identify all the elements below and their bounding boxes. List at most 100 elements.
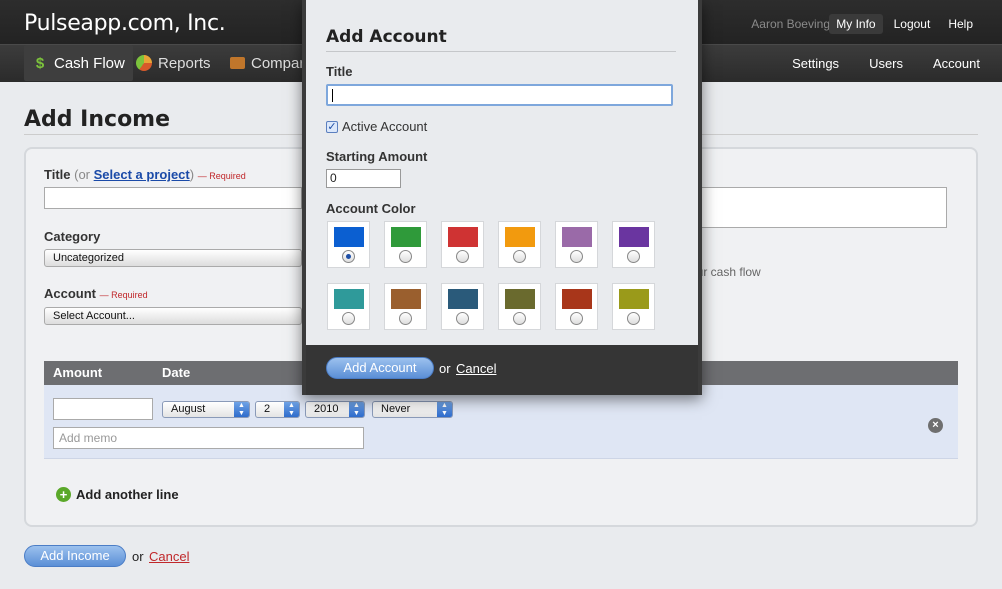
category-select[interactable]: Uncategorized — [44, 249, 302, 267]
help-link[interactable]: Help — [941, 14, 980, 34]
color-option[interactable] — [498, 283, 541, 330]
color-option[interactable] — [327, 221, 370, 268]
page-title: Add Income — [24, 107, 171, 132]
remove-line-icon[interactable]: × — [928, 418, 943, 433]
color-option[interactable] — [327, 283, 370, 330]
select-project-link[interactable]: Select a project — [94, 167, 190, 182]
color-radio[interactable] — [513, 312, 526, 325]
color-radio[interactable] — [627, 250, 640, 263]
active-account-label: Active Account — [342, 119, 428, 134]
color-radio[interactable] — [570, 312, 583, 325]
account-label: Account — Required — [44, 286, 148, 301]
settings-link[interactable]: Settings — [792, 56, 839, 71]
amount-input[interactable] — [53, 398, 153, 420]
description-textarea[interactable] — [690, 187, 947, 228]
color-option[interactable] — [612, 283, 655, 330]
color-option[interactable] — [555, 283, 598, 330]
color-radio[interactable] — [627, 312, 640, 325]
date-column-header: Date — [162, 365, 191, 380]
color-option[interactable] — [498, 221, 541, 268]
color-radio[interactable] — [456, 312, 469, 325]
right-nav: Settings Users Account — [792, 45, 980, 81]
select-arrows-icon: ▲ ▼ — [234, 402, 249, 417]
color-swatch — [334, 227, 364, 247]
color-radio[interactable] — [399, 312, 412, 325]
account-title-label: Title — [326, 64, 353, 79]
modal-cancel-link[interactable]: Cancel — [456, 361, 496, 376]
account-title-input[interactable] — [326, 84, 673, 106]
divider — [326, 51, 676, 52]
starting-amount-input[interactable]: 0 — [326, 169, 401, 188]
color-radio[interactable] — [342, 312, 355, 325]
color-radio[interactable] — [513, 250, 526, 263]
dollar-icon: $ — [35, 54, 45, 72]
text-caret — [332, 89, 333, 102]
required-note: — Required — [197, 171, 246, 181]
color-swatch — [448, 289, 478, 309]
color-swatch — [562, 289, 592, 309]
color-swatch — [391, 289, 421, 309]
color-swatch — [391, 227, 421, 247]
month-select[interactable]: August ▲ ▼ — [162, 401, 250, 418]
select-arrows-icon: ▲ ▼ — [284, 402, 299, 417]
modal-footer: Add Account or Cancel — [306, 345, 698, 395]
color-radio[interactable] — [399, 250, 412, 263]
tab-label: Reports — [158, 54, 211, 72]
memo-input[interactable]: Add memo — [53, 427, 364, 449]
logout-link[interactable]: Logout — [887, 14, 938, 34]
title-input[interactable] — [44, 187, 302, 209]
color-option[interactable] — [384, 221, 427, 268]
color-option[interactable] — [441, 283, 484, 330]
add-line-label: Add another line — [76, 487, 179, 502]
tab-label: Compar — [251, 54, 305, 72]
cancel-link[interactable]: Cancel — [149, 549, 189, 564]
add-line-button[interactable]: + Add another line — [56, 487, 179, 502]
add-account-button[interactable]: Add Account — [326, 357, 434, 379]
color-option[interactable] — [612, 221, 655, 268]
color-swatch — [448, 227, 478, 247]
color-swatch — [505, 227, 535, 247]
account-select[interactable]: Select Account... — [44, 307, 302, 325]
title-label: Title (or Select a project) — Required — [44, 167, 246, 182]
users-link[interactable]: Users — [869, 56, 903, 71]
required-note: — Required — [99, 290, 148, 300]
account-color-label: Account Color — [326, 201, 416, 216]
year-select[interactable]: 2010 ▲ ▼ — [305, 401, 365, 418]
color-radio[interactable] — [342, 250, 355, 263]
top-links: My Info Logout Help — [829, 14, 980, 34]
add-income-button[interactable]: Add Income — [24, 545, 126, 567]
color-option[interactable] — [441, 221, 484, 268]
color-swatch — [505, 289, 535, 309]
briefcase-icon — [230, 57, 245, 69]
pie-chart-icon — [136, 55, 152, 71]
tab-companies[interactable]: Compar — [222, 45, 312, 81]
brand-name: Pulseapp.com, Inc. — [24, 11, 226, 36]
tab-label: Cash Flow — [54, 54, 125, 72]
color-option[interactable] — [384, 283, 427, 330]
repeat-select[interactable]: Never ▲ ▼ — [372, 401, 453, 418]
amount-column-header: Amount — [53, 365, 103, 380]
plus-icon: + — [56, 487, 71, 502]
or-text: or — [439, 361, 451, 376]
color-radio[interactable] — [456, 250, 469, 263]
active-account-checkbox[interactable]: ✓ — [326, 121, 338, 133]
color-swatch — [619, 227, 649, 247]
user-name: Aaron Boeving — [751, 17, 830, 31]
account-link[interactable]: Account — [933, 56, 980, 71]
color-swatch — [334, 289, 364, 309]
color-swatch — [619, 289, 649, 309]
category-label: Category — [44, 229, 101, 244]
select-arrows-icon: ▲ ▼ — [349, 402, 364, 417]
color-swatch — [562, 227, 592, 247]
or-text: or — [132, 549, 144, 564]
select-arrows-icon: ▲ ▼ — [437, 402, 452, 417]
color-radio[interactable] — [570, 250, 583, 263]
add-account-modal: Add Account Title ✓ Active Account Start… — [302, 0, 702, 395]
starting-amount-label: Starting Amount — [326, 149, 428, 164]
day-select[interactable]: 2 ▲ ▼ — [255, 401, 300, 418]
modal-title: Add Account — [326, 27, 447, 47]
tab-cash-flow[interactable]: $ Cash Flow — [24, 45, 133, 81]
color-option[interactable] — [555, 221, 598, 268]
my-info-link[interactable]: My Info — [829, 14, 883, 34]
tab-reports[interactable]: Reports — [128, 45, 219, 81]
